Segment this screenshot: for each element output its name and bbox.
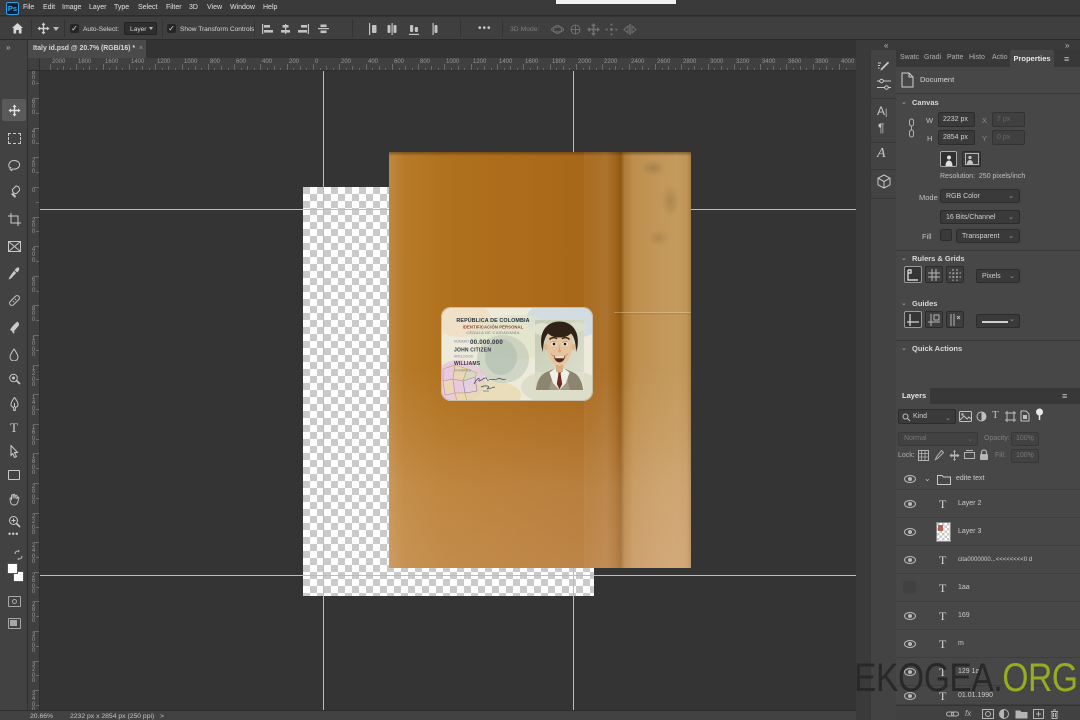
- svg-text:NÚMERO: NÚMERO: [454, 339, 469, 344]
- svg-text:00.000.000: 00.000.000: [470, 339, 503, 346]
- svg-text:APELLIDOS: APELLIDOS: [454, 355, 474, 359]
- svg-text:REPÚBLICA DE COLOMBIA: REPÚBLICA DE COLOMBIA: [456, 317, 529, 324]
- svg-text:JOHN CITIZEN: JOHN CITIZEN: [454, 348, 491, 354]
- svg-text:IDENTIFICACIÓN PERSONAL: IDENTIFICACIÓN PERSONAL: [463, 325, 524, 330]
- svg-text:CÉDULA DE CIUDADANÍA: CÉDULA DE CIUDADANÍA: [466, 330, 519, 335]
- svg-text:WILLIAMS: WILLIAMS: [454, 361, 481, 367]
- svg-text:NOMBRES: NOMBRES: [454, 369, 472, 373]
